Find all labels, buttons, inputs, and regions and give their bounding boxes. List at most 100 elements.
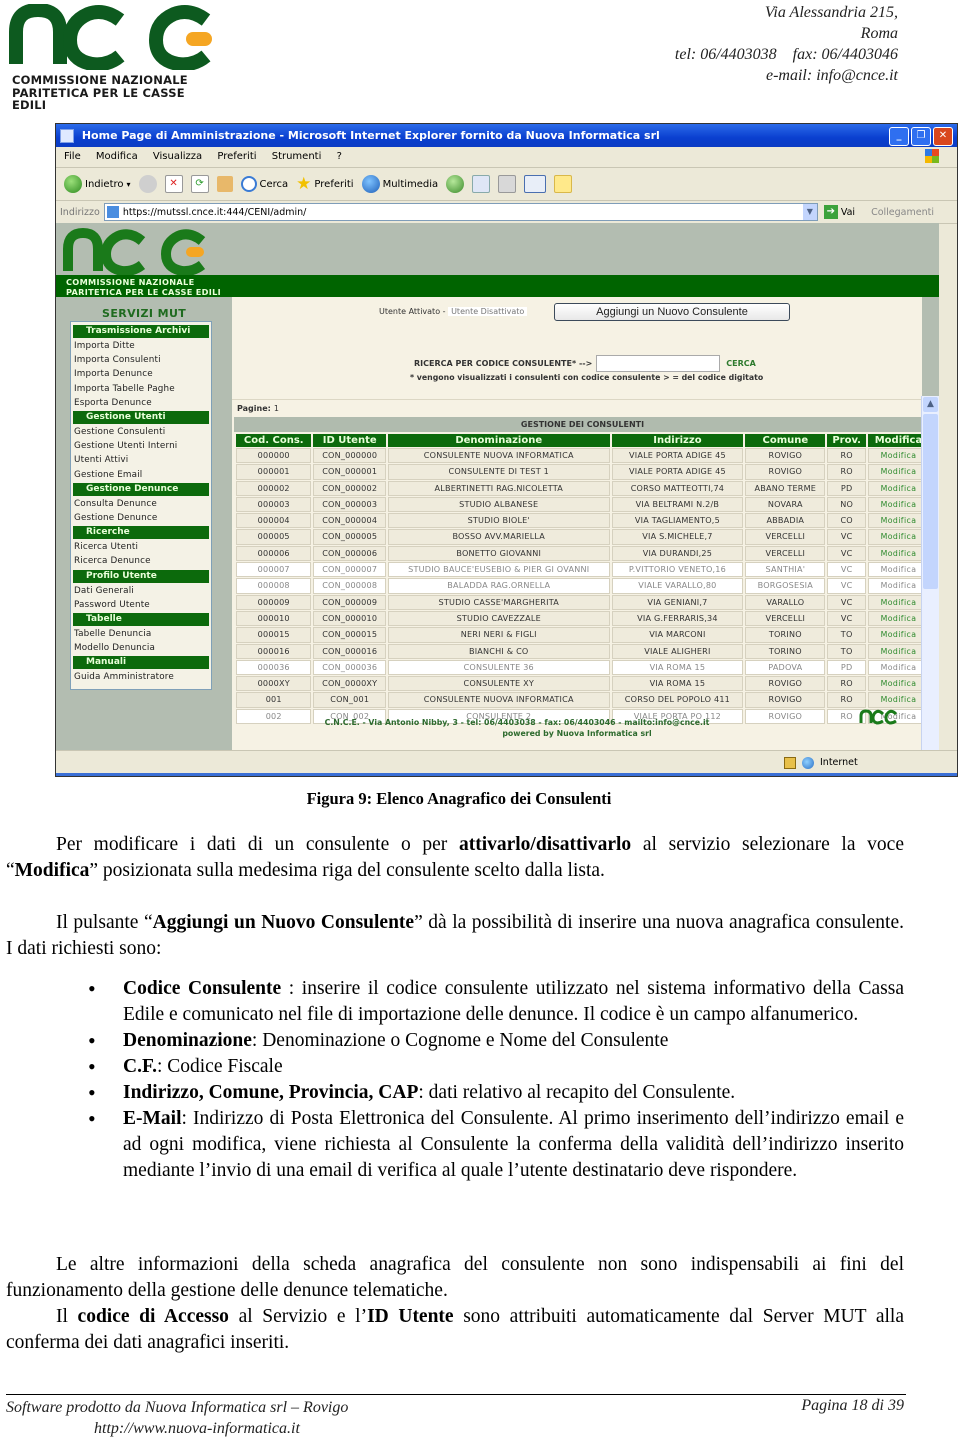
mail-icon[interactable] xyxy=(472,175,491,193)
modify-link[interactable]: Modifica xyxy=(867,692,929,708)
go-button[interactable]: ➔ Vai xyxy=(823,205,855,219)
modify-link[interactable]: Modifica xyxy=(867,464,929,480)
history-icon[interactable] xyxy=(446,175,465,193)
home-icon[interactable] xyxy=(216,176,233,192)
table-cell: BIANCHI & CO xyxy=(387,643,610,659)
modify-link[interactable]: Modifica xyxy=(867,676,929,692)
sidebar-item-ricerca-denunce[interactable]: Ricerca Denunce xyxy=(73,554,209,568)
sidebar-item-importa-denunce[interactable]: Importa Denunce xyxy=(73,367,209,381)
vertical-scrollbar[interactable]: ▲ ▼ xyxy=(921,396,939,751)
sidebar-item-modello-denuncia[interactable]: Modello Denuncia xyxy=(73,641,209,655)
back-button[interactable]: Indietro ▾ xyxy=(64,175,131,193)
add-consultant-button[interactable]: Aggiungi un Nuovo Consulente xyxy=(554,303,790,321)
toolbar: Indietro ▾ ✕ ⟳ Cerca ★ Preferiti Multimed… xyxy=(56,168,957,201)
table-cell: CON_000006 xyxy=(313,545,386,562)
modify-link[interactable]: Modifica xyxy=(867,513,929,529)
legend-active[interactable]: Utente Attivato xyxy=(379,307,440,316)
modify-link[interactable]: Modifica xyxy=(867,545,929,562)
page-icon xyxy=(106,206,119,218)
table-cell: 001 xyxy=(236,692,312,708)
table-cell: CON_000008 xyxy=(313,578,386,594)
stop-icon[interactable]: ✕ xyxy=(164,175,183,193)
windows-logo-icon xyxy=(925,149,939,163)
menu-visualizza[interactable]: Visualizza xyxy=(153,151,202,162)
modify-link[interactable]: Modifica xyxy=(867,496,929,513)
legend-inactive[interactable]: Utente Disattivato xyxy=(448,307,528,316)
scroll-up-icon[interactable]: ▲ xyxy=(923,397,938,412)
table-cell: STUDIO ALBANESE xyxy=(387,496,610,513)
sidebar-item-ricerca-utenti[interactable]: Ricerca Utenti xyxy=(73,540,209,554)
emphasis-text: codice di Accesso xyxy=(77,1306,229,1327)
modify-link[interactable]: Modifica xyxy=(867,578,929,594)
emphasis-text: attivarlo/disattivarlo xyxy=(458,834,632,855)
print-icon[interactable] xyxy=(498,175,517,193)
table-cell: STUDIO BIOLE' xyxy=(387,513,610,529)
taskbar-edge xyxy=(56,773,957,776)
sidebar-item-dati-generali[interactable]: Dati Generali xyxy=(73,584,209,598)
paragraph-other-info: Le altre informazioni della scheda anagr… xyxy=(6,1252,904,1304)
sidebar-item-password-utente[interactable]: Password Utente xyxy=(73,598,209,612)
scroll-thumb[interactable] xyxy=(923,414,938,589)
letterhead-org-line1: COMMISSIONE NAZIONALE xyxy=(12,73,188,87)
sidebar-item-importa-consulenti[interactable]: Importa Consulenti xyxy=(73,353,209,367)
menu-help[interactable]: ? xyxy=(337,151,342,162)
table-cell: VC xyxy=(827,594,866,610)
sidebar-item-esporta-denunce[interactable]: Esporta Denunce xyxy=(73,396,209,410)
sidebar-item-importa-ditte[interactable]: Importa Ditte xyxy=(73,339,209,353)
minimize-button[interactable]: _ xyxy=(889,127,909,146)
forward-button[interactable] xyxy=(138,175,157,193)
table-cell: VIA MARCONI xyxy=(611,627,744,643)
sidebar-item-consulta-denunce[interactable]: Consulta Denunce xyxy=(73,497,209,511)
modify-link[interactable]: Modifica xyxy=(867,594,929,610)
sidebar-item-gestione-utenti-interni[interactable]: Gestione Utenti Interni xyxy=(73,439,209,453)
sidebar-item-gestione-consulenti[interactable]: Gestione Consulenti xyxy=(73,425,209,439)
sidebar-item-gestione-email[interactable]: Gestione Email xyxy=(73,468,209,482)
consultant-code-input[interactable] xyxy=(596,355,721,372)
footer-url[interactable]: http://www.nuova-informatica.it xyxy=(6,1418,348,1439)
address-label: Indirizzo xyxy=(60,206,100,218)
search-note: * vengono visualizzati i consulenti con … xyxy=(410,373,764,382)
refresh-icon[interactable]: ⟳ xyxy=(190,175,209,193)
favorites-button[interactable]: ★ Preferiti xyxy=(296,175,353,193)
table-cell: 000009 xyxy=(236,594,312,610)
sidebar-item-utenti-attivi[interactable]: Utenti Attivi xyxy=(73,453,209,467)
url-input[interactable]: https://mutssl.cnce.it:444/CENI/admin/ ▼ xyxy=(103,203,818,221)
modify-link[interactable]: Modifica xyxy=(867,562,929,578)
links-button[interactable]: Collegamenti xyxy=(871,207,934,218)
web-page: COMMISSIONE NAZIONALE PARITETICA PER LE … xyxy=(56,223,939,751)
modify-link[interactable]: Modifica xyxy=(867,659,929,676)
url-dropdown-icon[interactable]: ▼ xyxy=(802,204,817,220)
sidebar-section-trasmissione-archivi: Trasmissione Archivi xyxy=(73,325,209,338)
field-term: E-Mail xyxy=(123,1108,182,1129)
modify-link[interactable]: Modifica xyxy=(867,448,929,464)
menu-strumenti[interactable]: Strumenti xyxy=(272,151,322,162)
field-term: Denominazione xyxy=(123,1030,252,1051)
modify-link[interactable]: Modifica xyxy=(867,610,929,627)
table-cell: VIA ROMA 15 xyxy=(611,676,744,692)
sidebar: Trasmissione Archivi Importa Ditte Importa… xyxy=(70,321,212,690)
menu-modifica[interactable]: Modifica xyxy=(96,151,138,162)
sidebar-item-guida-amministratore[interactable]: Guida Amministratore xyxy=(73,670,209,684)
maximize-button[interactable]: ❐ xyxy=(911,127,931,146)
browser-titlebar: Home Page di Amministrazione - Microsoft… xyxy=(56,124,957,147)
menu-file[interactable]: File xyxy=(64,151,81,162)
close-button[interactable]: ✕ xyxy=(933,127,953,146)
modify-link[interactable]: Modifica xyxy=(867,529,929,545)
media-button[interactable]: Multimedia xyxy=(361,175,438,193)
page-link-1[interactable]: 1 xyxy=(274,404,279,413)
sidebar-item-gestione-denunce[interactable]: Gestione Denunce xyxy=(73,511,209,525)
modify-link[interactable]: Modifica xyxy=(867,627,929,643)
site-header-band: COMMISSIONE NAZIONALE PARITETICA PER LE … xyxy=(56,275,939,297)
search-button[interactable]: Cerca xyxy=(240,176,288,192)
note-icon[interactable] xyxy=(554,175,573,193)
modify-link[interactable]: Modifica xyxy=(867,480,929,496)
sidebar-item-importa-tabelle-paghe[interactable]: Importa Tabelle Paghe xyxy=(73,382,209,396)
table-cell: VIALE PORTA ADIGE 45 xyxy=(611,464,744,480)
sidebar-item-tabelle-denuncia[interactable]: Tabelle Denuncia xyxy=(73,627,209,641)
table-row: 000015 CON_000015 NERI NERI & FIGLI VIA MAR… xyxy=(236,627,929,643)
modify-link[interactable]: Modifica xyxy=(867,643,929,659)
browser-title: Home Page di Amministrazione - Microsoft… xyxy=(81,129,660,142)
edit-icon[interactable] xyxy=(524,175,547,193)
search-button[interactable]: CERCA xyxy=(726,359,756,368)
menu-preferiti[interactable]: Preferiti xyxy=(217,151,256,162)
